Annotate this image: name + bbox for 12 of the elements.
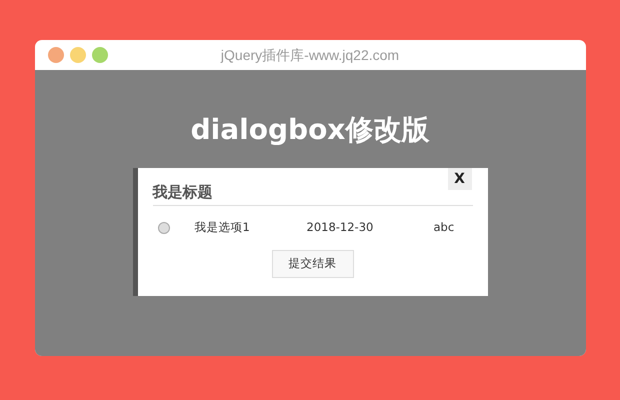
close-window-dot[interactable] — [48, 47, 64, 63]
close-button[interactable]: X — [448, 168, 472, 190]
radio-button[interactable] — [158, 222, 170, 234]
maximize-window-dot[interactable] — [92, 47, 108, 63]
cell-text: abc — [434, 220, 454, 234]
date-text: 2018-12-30 — [306, 220, 374, 234]
dialog-title: 我是标题 — [152, 183, 472, 206]
page-heading: dialogbox修改版 — [190, 112, 430, 148]
submit-button[interactable]: 提交结果 — [272, 250, 354, 278]
window-title: jQuery插件库-www.jq22.com — [220, 47, 400, 63]
minimize-window-dot[interactable] — [70, 47, 86, 63]
option-label: 我是选项1 — [194, 220, 250, 234]
